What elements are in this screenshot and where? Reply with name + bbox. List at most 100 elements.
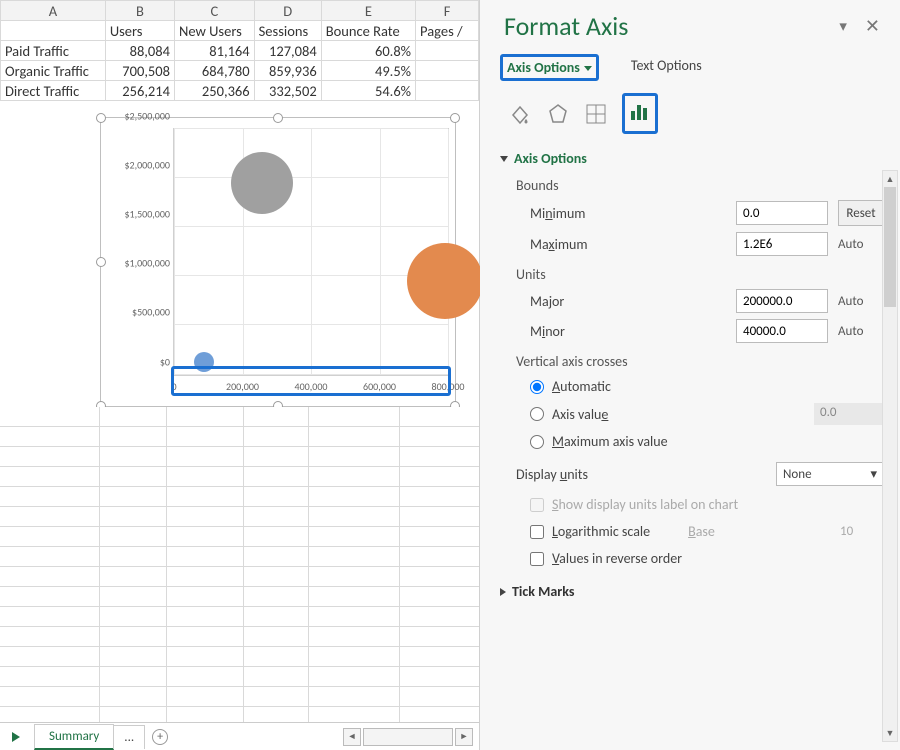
y-tick-label: $1,500,000	[106, 207, 170, 220]
data-grid[interactable]: A B C D E F Users New Users Sessions Bou…	[0, 0, 479, 407]
cell[interactable]: Users	[105, 21, 174, 41]
table-row[interactable]: Paid Traffic 88,084 81,164 127,084 60.8%	[1, 41, 479, 61]
show-display-units-label-text: Show display units label on chart	[552, 496, 738, 513]
col-header-E[interactable]: E	[321, 1, 415, 21]
y-tick-label: $1,000,000	[106, 257, 170, 270]
maximum-label: Maximum	[530, 236, 736, 253]
log-base-value: 10	[840, 524, 884, 539]
cell[interactable]: 700,508	[105, 61, 174, 81]
sheet-tab-bar: Summary ... + ◄ ►	[0, 722, 479, 750]
col-header-D[interactable]: D	[254, 1, 321, 21]
cell[interactable]: 332,502	[254, 81, 321, 101]
logarithmic-scale-checkbox[interactable]	[530, 525, 544, 539]
reset-minimum-button[interactable]: Reset	[838, 200, 884, 226]
col-header-B[interactable]: B	[105, 1, 174, 21]
col-header-C[interactable]: C	[174, 1, 254, 21]
pane-title: Format Axis	[504, 10, 821, 42]
crosses-axis-value-input: 0.0	[814, 403, 884, 425]
bar-chart-icon[interactable]	[628, 99, 652, 123]
cell[interactable]: Direct Traffic	[1, 81, 106, 101]
col-header-F[interactable]: F	[416, 1, 479, 21]
crosses-maximum-radio[interactable]	[530, 435, 544, 449]
table-row[interactable]: Direct Traffic 256,214 250,366 332,502 5…	[1, 81, 479, 101]
bubble-direct[interactable]	[231, 152, 293, 214]
cell[interactable]	[416, 41, 479, 61]
log-base-label: Base	[688, 523, 715, 540]
table-row[interactable]: Organic Traffic 700,508 684,780 859,936 …	[1, 61, 479, 81]
cell[interactable]: 88,084	[105, 41, 174, 61]
cell[interactable]: 127,084	[254, 41, 321, 61]
cell[interactable]: Bounce Rate	[321, 21, 415, 41]
resize-handle[interactable]	[450, 113, 460, 123]
cell[interactable]	[416, 61, 479, 81]
cell[interactable]: 49.5%	[321, 61, 415, 81]
resize-handle[interactable]	[273, 113, 283, 123]
resize-handle[interactable]	[96, 257, 106, 267]
fill-bucket-icon[interactable]	[508, 102, 532, 126]
cell[interactable]: Organic Traffic	[1, 61, 106, 81]
crosses-axis-value-label: Axis value	[552, 406, 608, 423]
tab-text-options[interactable]: Text Options	[625, 54, 708, 81]
cell[interactable]: Sessions	[254, 21, 321, 41]
cell[interactable]: 256,214	[105, 81, 174, 101]
minor-auto-label: Auto	[838, 324, 884, 339]
col-header-A[interactable]: A	[1, 1, 106, 21]
cell[interactable]: 684,780	[174, 61, 254, 81]
maximum-auto-label: Auto	[838, 237, 884, 252]
cell[interactable]: New Users	[174, 21, 254, 41]
sheet-nav-icon[interactable]	[12, 732, 20, 742]
vertical-axis-crosses-heading: Vertical axis crosses	[516, 353, 884, 370]
minimum-input[interactable]	[736, 201, 828, 225]
cell[interactable]	[416, 81, 479, 101]
scroll-up-button[interactable]: ▲	[883, 171, 897, 187]
horizontal-scrollbar[interactable]	[363, 728, 453, 746]
display-units-select[interactable]: None▾	[776, 462, 884, 486]
axis-options-icon-highlight	[622, 93, 658, 134]
pane-close-button[interactable]: ✕	[865, 15, 880, 37]
crosses-maximum-label: Maximum axis value	[552, 433, 668, 450]
sheet-tab-overflow[interactable]: ...	[113, 725, 145, 749]
scrollbar-thumb[interactable]	[884, 187, 896, 307]
axis-options-expander[interactable]: Axis Options	[500, 150, 884, 167]
chevron-down-icon: ▾	[870, 467, 877, 482]
size-properties-icon[interactable]	[584, 102, 608, 126]
add-sheet-button[interactable]: +	[152, 729, 168, 745]
maximum-input[interactable]	[736, 232, 828, 256]
y-tick-label: $0	[106, 355, 170, 368]
cell[interactable]: 859,936	[254, 61, 321, 81]
pane-vertical-scrollbar[interactable]: ▲ ▼	[882, 170, 898, 742]
empty-grid-rows[interactable]	[0, 407, 479, 723]
resize-handle[interactable]	[96, 113, 106, 123]
embedded-chart[interactable]: $0 $500,000 $1,000,000 $1,500,000 $2,000…	[100, 117, 456, 407]
minor-unit-input[interactable]	[736, 319, 828, 343]
scroll-left-button[interactable]: ◄	[343, 728, 361, 746]
cell[interactable]: 250,366	[174, 81, 254, 101]
sheet-tab-summary[interactable]: Summary	[34, 724, 114, 750]
tab-axis-options[interactable]: Axis Options	[500, 54, 599, 81]
crosses-automatic-radio[interactable]	[530, 380, 544, 394]
crosses-automatic-label: Automatic	[552, 378, 611, 395]
show-display-units-label-checkbox	[530, 498, 544, 512]
effects-icon[interactable]	[546, 102, 570, 126]
pane-menu-button[interactable]: ▾	[839, 17, 847, 36]
cell[interactable]: Paid Traffic	[1, 41, 106, 61]
major-label: Major	[530, 293, 736, 310]
scroll-right-button[interactable]: ►	[455, 728, 473, 746]
cell[interactable]: Pages /	[416, 21, 479, 41]
values-reverse-checkbox[interactable]	[530, 552, 544, 566]
values-reverse-label: Values in reverse order	[552, 550, 682, 567]
cell[interactable]: 54.6%	[321, 81, 415, 101]
minimum-label: Minimum	[530, 205, 736, 222]
bubble-organic[interactable]	[407, 243, 483, 319]
bounds-heading: Bounds	[516, 177, 884, 194]
cell[interactable]: 81,164	[174, 41, 254, 61]
chevron-down-icon	[584, 66, 592, 71]
major-unit-input[interactable]	[736, 289, 828, 313]
tick-marks-expander[interactable]: Tick Marks	[500, 583, 884, 600]
scroll-down-button[interactable]: ▼	[883, 725, 897, 741]
plot-area[interactable]: $0 $500,000 $1,000,000 $1,500,000 $2,000…	[173, 128, 449, 376]
cell[interactable]	[1, 21, 106, 41]
cell[interactable]: 60.8%	[321, 41, 415, 61]
format-axis-pane: Format Axis ▾ ✕ Axis Options Text Option…	[480, 0, 900, 750]
crosses-axis-value-radio[interactable]	[530, 407, 544, 421]
